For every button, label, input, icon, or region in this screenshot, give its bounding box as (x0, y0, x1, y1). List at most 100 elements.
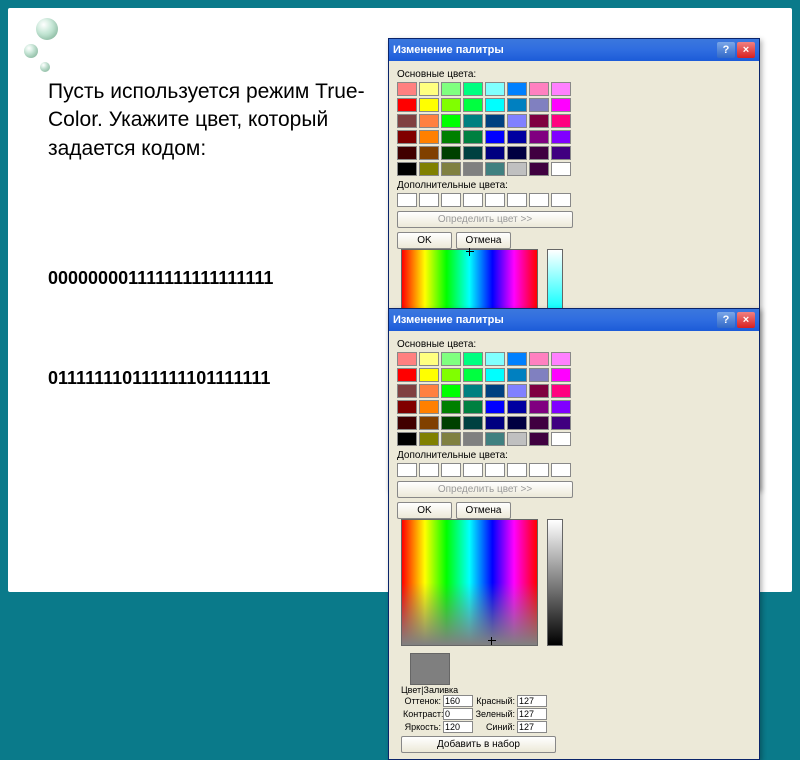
titlebar[interactable]: Изменение палитры ? × (389, 309, 759, 331)
color-swatch[interactable] (529, 146, 549, 160)
color-swatch[interactable] (529, 384, 549, 398)
color-swatch[interactable] (419, 400, 439, 414)
hue-input[interactable] (443, 695, 473, 707)
color-swatch[interactable] (419, 82, 439, 96)
cancel-button[interactable]: Отмена (456, 232, 511, 249)
color-swatch[interactable] (529, 82, 549, 96)
custom-swatch[interactable] (397, 193, 417, 207)
color-swatch[interactable] (485, 146, 505, 160)
color-swatch[interactable] (441, 352, 461, 366)
sat-input[interactable] (443, 708, 473, 720)
color-swatch[interactable] (463, 130, 483, 144)
color-swatch[interactable] (529, 162, 549, 176)
color-swatch[interactable] (397, 98, 417, 112)
custom-swatch[interactable] (529, 193, 549, 207)
ok-button[interactable]: OK (397, 502, 452, 519)
custom-swatch[interactable] (551, 463, 571, 477)
color-swatch[interactable] (397, 416, 417, 430)
color-swatch[interactable] (463, 146, 483, 160)
color-swatch[interactable] (529, 432, 549, 446)
custom-swatch[interactable] (397, 463, 417, 477)
help-icon[interactable]: ? (717, 42, 735, 58)
color-swatch[interactable] (507, 162, 527, 176)
color-swatch[interactable] (397, 114, 417, 128)
color-swatch[interactable] (551, 384, 571, 398)
color-swatch[interactable] (507, 98, 527, 112)
color-swatch[interactable] (441, 82, 461, 96)
color-swatch[interactable] (507, 432, 527, 446)
ok-button[interactable]: OK (397, 232, 452, 249)
color-swatch[interactable] (485, 432, 505, 446)
custom-swatch[interactable] (507, 463, 527, 477)
color-swatch[interactable] (507, 352, 527, 366)
color-swatch[interactable] (419, 114, 439, 128)
custom-swatch[interactable] (463, 193, 483, 207)
color-swatch[interactable] (485, 130, 505, 144)
color-swatch[interactable] (485, 368, 505, 382)
color-swatch[interactable] (419, 98, 439, 112)
color-swatch[interactable] (551, 98, 571, 112)
color-swatch[interactable] (441, 146, 461, 160)
color-swatch[interactable] (419, 162, 439, 176)
color-swatch[interactable] (529, 400, 549, 414)
color-swatch[interactable] (551, 82, 571, 96)
color-swatch[interactable] (397, 162, 417, 176)
color-swatch[interactable] (463, 416, 483, 430)
color-swatch[interactable] (529, 368, 549, 382)
color-swatch[interactable] (485, 400, 505, 414)
color-swatch[interactable] (551, 432, 571, 446)
color-swatch[interactable] (397, 352, 417, 366)
color-swatch[interactable] (397, 384, 417, 398)
red-input[interactable] (517, 695, 547, 707)
custom-swatch[interactable] (419, 193, 439, 207)
color-swatch[interactable] (551, 368, 571, 382)
add-to-custom-button[interactable]: Добавить в набор (401, 736, 556, 753)
color-swatch[interactable] (397, 368, 417, 382)
color-swatch[interactable] (507, 82, 527, 96)
color-swatch[interactable] (419, 352, 439, 366)
close-icon[interactable]: × (737, 312, 755, 328)
green-input[interactable] (517, 708, 547, 720)
custom-swatch[interactable] (441, 463, 461, 477)
color-swatch[interactable] (551, 400, 571, 414)
color-swatch[interactable] (397, 130, 417, 144)
color-spectrum[interactable] (401, 519, 538, 646)
color-swatch[interactable] (485, 82, 505, 96)
color-swatch[interactable] (463, 162, 483, 176)
color-swatch[interactable] (463, 400, 483, 414)
custom-swatch[interactable] (551, 193, 571, 207)
close-icon[interactable]: × (737, 42, 755, 58)
color-swatch[interactable] (397, 400, 417, 414)
color-swatch[interactable] (463, 432, 483, 446)
color-swatch[interactable] (507, 114, 527, 128)
color-swatch[interactable] (463, 368, 483, 382)
custom-swatch[interactable] (419, 463, 439, 477)
help-icon[interactable]: ? (717, 312, 735, 328)
color-swatch[interactable] (463, 114, 483, 128)
color-swatch[interactable] (463, 98, 483, 112)
color-swatch[interactable] (551, 162, 571, 176)
color-swatch[interactable] (463, 82, 483, 96)
color-swatch[interactable] (485, 352, 505, 366)
custom-swatch[interactable] (463, 463, 483, 477)
color-swatch[interactable] (441, 400, 461, 414)
color-swatch[interactable] (441, 162, 461, 176)
color-swatch[interactable] (419, 368, 439, 382)
color-swatch[interactable] (419, 384, 439, 398)
color-swatch[interactable] (419, 146, 439, 160)
color-swatch[interactable] (463, 384, 483, 398)
luminance-slider[interactable] (547, 519, 563, 646)
color-swatch[interactable] (507, 384, 527, 398)
color-swatch[interactable] (441, 416, 461, 430)
color-swatch[interactable] (551, 114, 571, 128)
blue-input[interactable] (517, 721, 547, 733)
color-swatch[interactable] (485, 384, 505, 398)
color-swatch[interactable] (441, 98, 461, 112)
color-swatch[interactable] (529, 98, 549, 112)
color-swatch[interactable] (419, 130, 439, 144)
color-swatch[interactable] (507, 368, 527, 382)
color-swatch[interactable] (397, 82, 417, 96)
color-swatch[interactable] (507, 416, 527, 430)
color-swatch[interactable] (507, 130, 527, 144)
color-swatch[interactable] (529, 114, 549, 128)
